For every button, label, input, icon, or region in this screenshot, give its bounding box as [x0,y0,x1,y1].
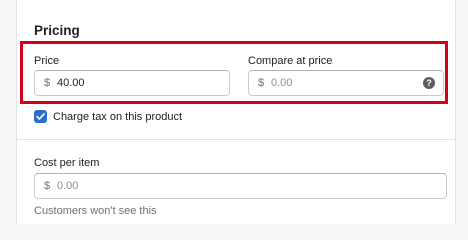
compare-at-price-currency: $ [258,77,265,89]
section-divider [17,139,455,140]
checkmark-icon [36,113,45,120]
price-input[interactable]: $ 40.00 [34,70,230,96]
cost-per-item-currency: $ [44,180,51,192]
price-label: Price [34,55,60,67]
charge-tax-label[interactable]: Charge tax on this product [53,111,182,123]
question-circle-icon[interactable]: ? [423,77,435,89]
cost-per-item-label: Cost per item [34,157,100,169]
price-value: 40.00 [57,77,85,89]
price-currency: $ [44,77,51,89]
compare-at-price-input[interactable]: $ 0.00 ? [248,70,444,96]
cost-per-item-help-text: Customers won't see this [34,205,157,217]
cost-per-item-placeholder: 0.00 [57,180,79,192]
cost-per-item-input[interactable]: $ 0.00 [34,173,447,199]
charge-tax-checkbox[interactable] [34,110,47,123]
compare-at-price-placeholder: 0.00 [271,77,293,89]
compare-at-price-label: Compare at price [248,55,333,67]
pricing-card: Pricing Price $ 40.00 Compare at price $… [16,0,456,224]
pricing-title: Pricing [34,23,80,38]
